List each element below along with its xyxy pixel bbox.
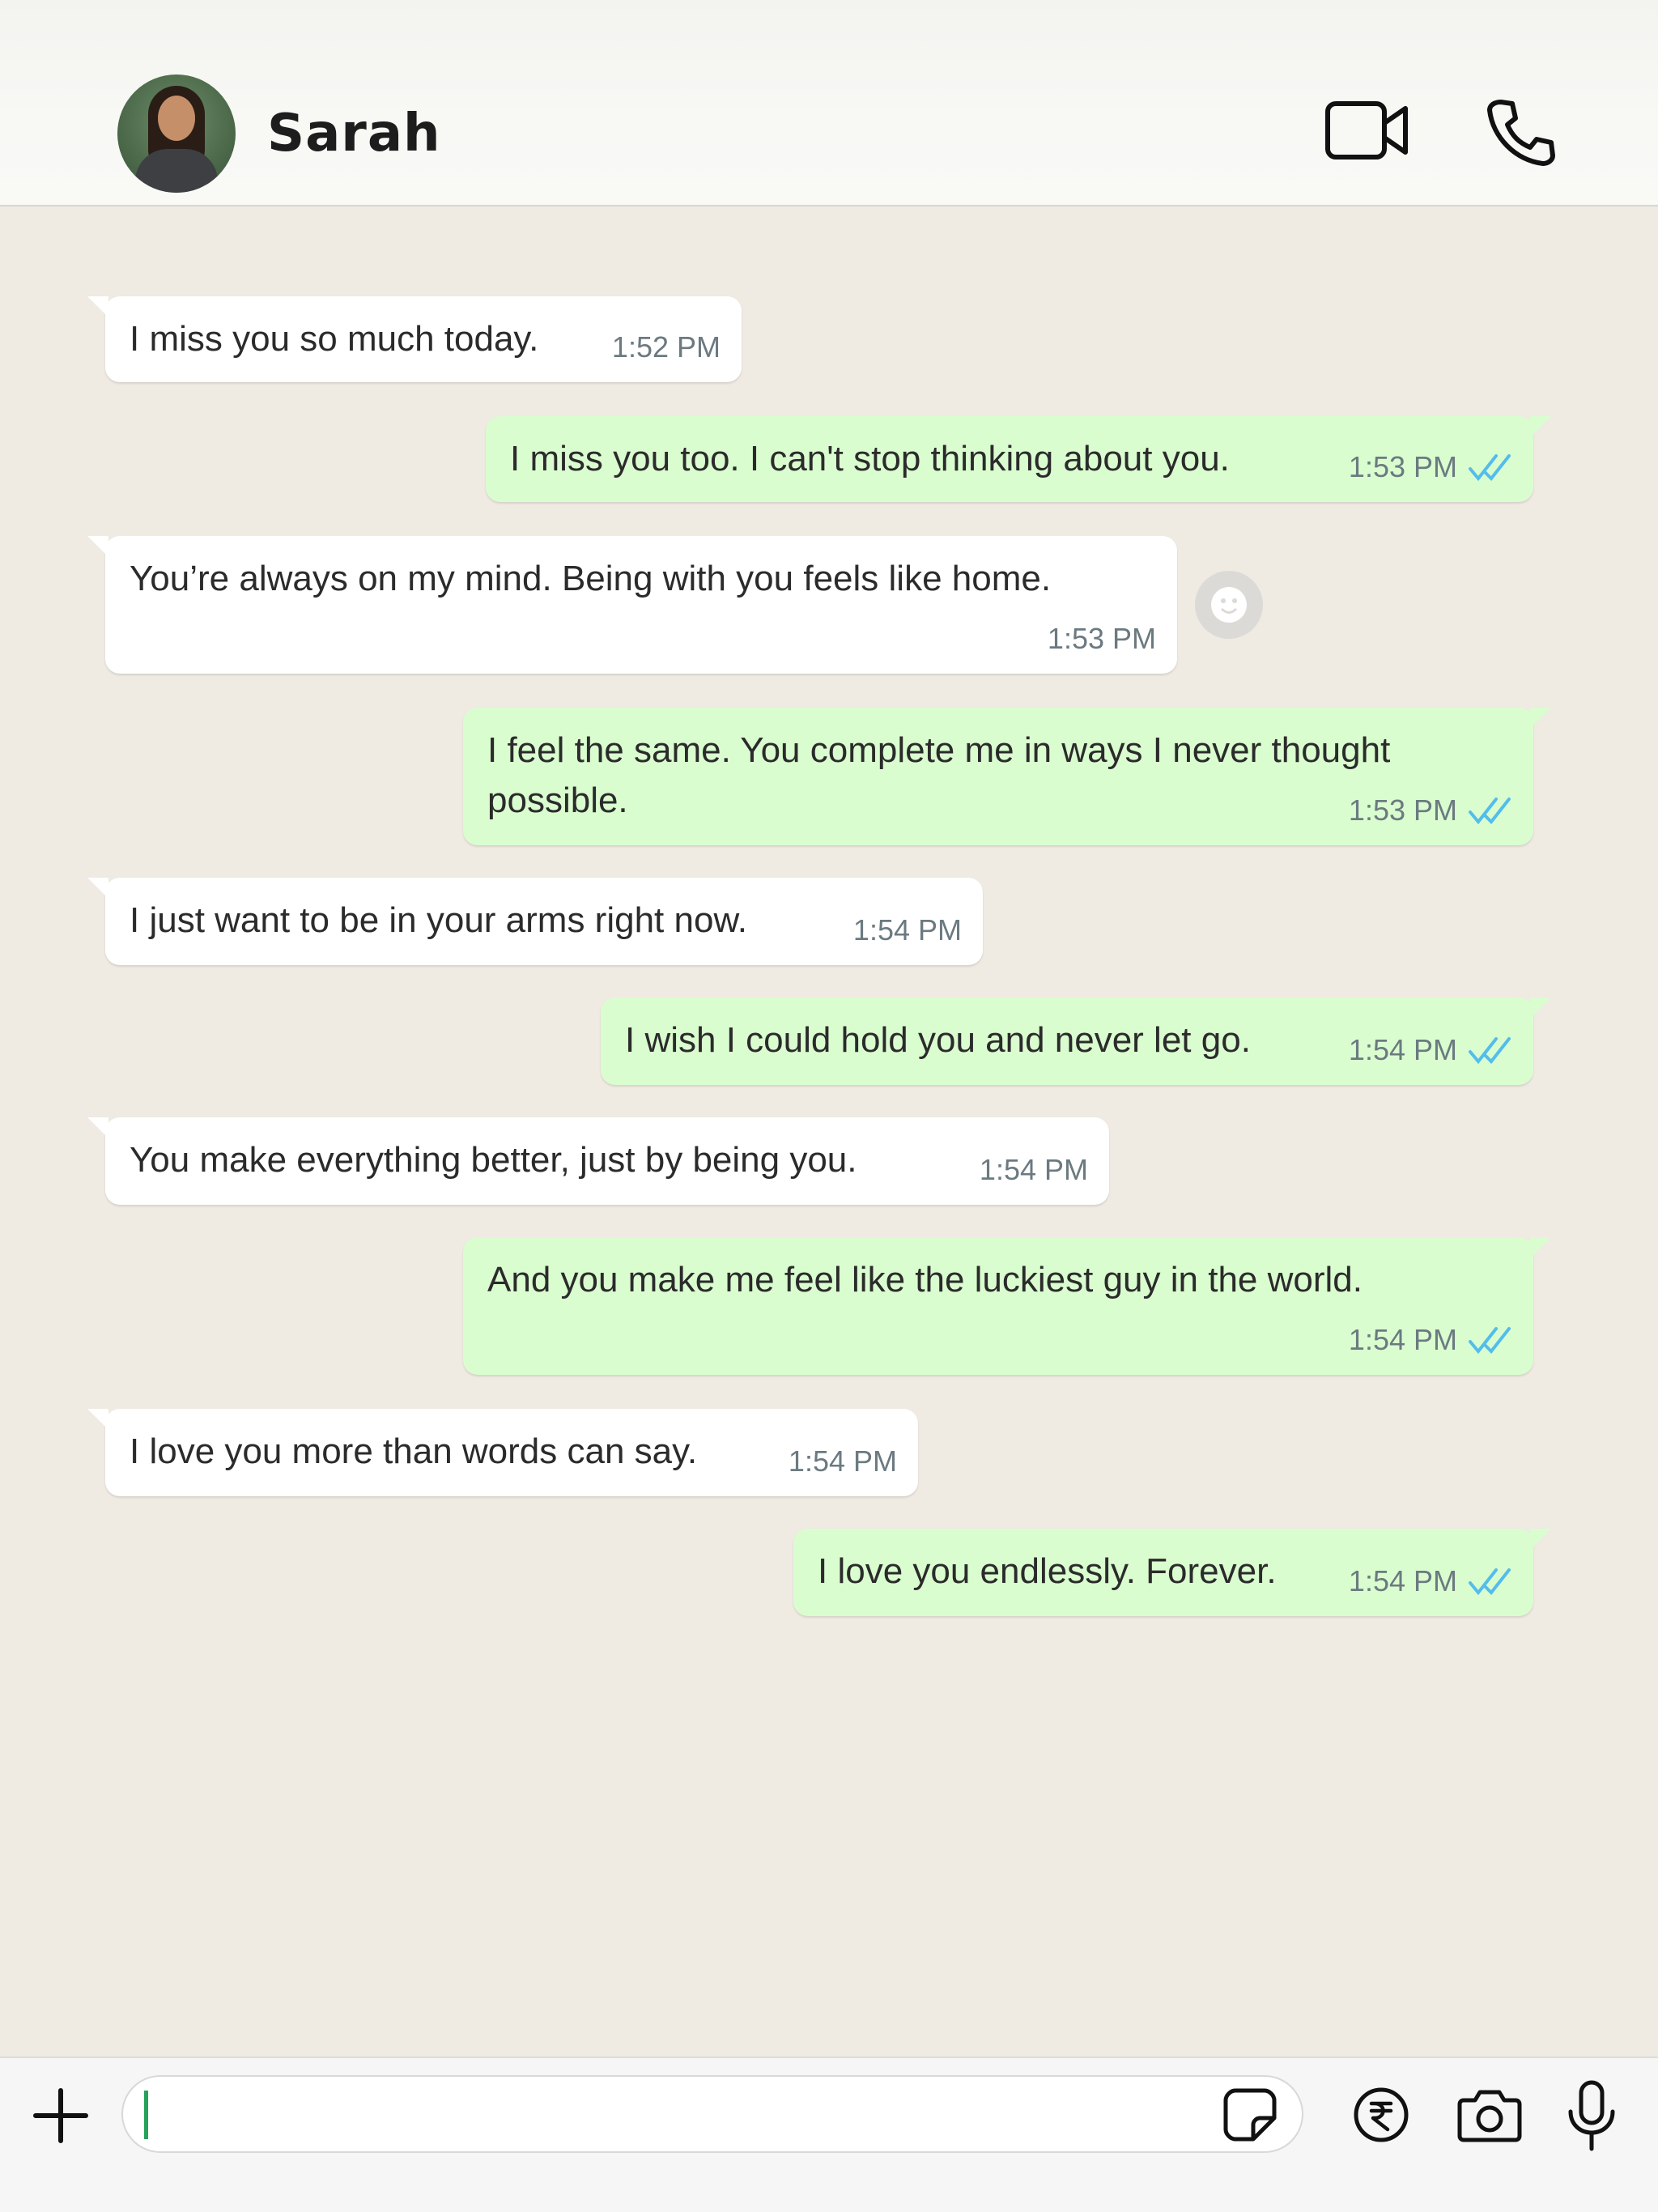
message-bubble-incoming[interactable]: I just want to be in your arms right now… xyxy=(87,878,983,965)
message-text: I love you more than words can say. xyxy=(130,1431,698,1471)
chat-header: Sarah xyxy=(0,0,1658,206)
voice-call-icon[interactable] xyxy=(1486,97,1556,167)
message-text: I miss you too. I can't stop thinking ab… xyxy=(510,439,1230,479)
video-call-icon[interactable] xyxy=(1324,99,1410,162)
read-receipt-icon xyxy=(1469,798,1511,825)
message-time: 1:54 PM xyxy=(1348,1323,1457,1356)
message-bubble-incoming[interactable]: I miss you so much today. 1:52 PM xyxy=(87,296,742,382)
message-bubble-incoming[interactable]: You make everything better, just by bein… xyxy=(87,1117,1109,1205)
contact-name[interactable]: Sarah xyxy=(267,104,441,164)
message-text: I wish I could hold you and never let go… xyxy=(625,1020,1251,1060)
message-time: 1:54 PM xyxy=(1348,1564,1457,1597)
message-bubble-outgoing[interactable]: I love you endlessly. Forever. 1:54 PM xyxy=(793,1529,1551,1616)
read-receipt-icon xyxy=(1469,1568,1511,1596)
message-bubble-outgoing[interactable]: I miss you too. I can't stop thinking ab… xyxy=(486,416,1551,502)
message-bubble-outgoing[interactable]: I feel the same. You complete me in ways… xyxy=(463,708,1551,845)
message-text: You’re always on my mind. Being with you… xyxy=(130,559,1052,598)
message-text: I just want to be in your arms right now… xyxy=(130,900,748,940)
contact-avatar[interactable] xyxy=(117,74,236,193)
read-receipt-icon xyxy=(1469,1037,1511,1065)
message-bubble-incoming[interactable]: I love you more than words can say. 1:54… xyxy=(87,1409,918,1496)
message-text: I love you endlessly. Forever. xyxy=(818,1551,1277,1591)
message-time: 1:53 PM xyxy=(1348,793,1457,827)
plus-icon[interactable] xyxy=(32,2087,89,2144)
message-bubble-outgoing[interactable]: I wish I could hold you and never let go… xyxy=(601,998,1551,1085)
message-text: I miss you so much today. xyxy=(130,319,539,359)
message-time: 1:54 PM xyxy=(788,1444,897,1478)
message-time: 1:54 PM xyxy=(852,913,962,946)
rupee-payment-icon[interactable] xyxy=(1352,2086,1410,2144)
text-caret xyxy=(144,2091,148,2139)
read-receipt-icon xyxy=(1469,1327,1511,1355)
message-time: 1:53 PM xyxy=(1348,450,1457,483)
message-text: You make everything better, just by bein… xyxy=(130,1140,857,1180)
message-time: 1:53 PM xyxy=(1047,622,1156,655)
message-input[interactable] xyxy=(121,2075,1303,2153)
read-receipt-icon xyxy=(1469,454,1511,482)
reaction-emoji-icon[interactable] xyxy=(1195,571,1263,639)
message-bubble-incoming[interactable]: You’re always on my mind. Being with you… xyxy=(87,536,1177,674)
sticker-icon[interactable] xyxy=(1222,2087,1278,2142)
camera-icon[interactable] xyxy=(1457,2086,1522,2144)
message-time: 1:54 PM xyxy=(1348,1033,1457,1066)
microphone-icon[interactable] xyxy=(1564,2079,1619,2152)
message-text: And you make me feel like the luckiest g… xyxy=(487,1260,1363,1300)
message-bubble-outgoing[interactable]: And you make me feel like the luckiest g… xyxy=(463,1237,1551,1375)
message-time: 1:54 PM xyxy=(979,1153,1088,1186)
message-time: 1:52 PM xyxy=(611,330,721,364)
